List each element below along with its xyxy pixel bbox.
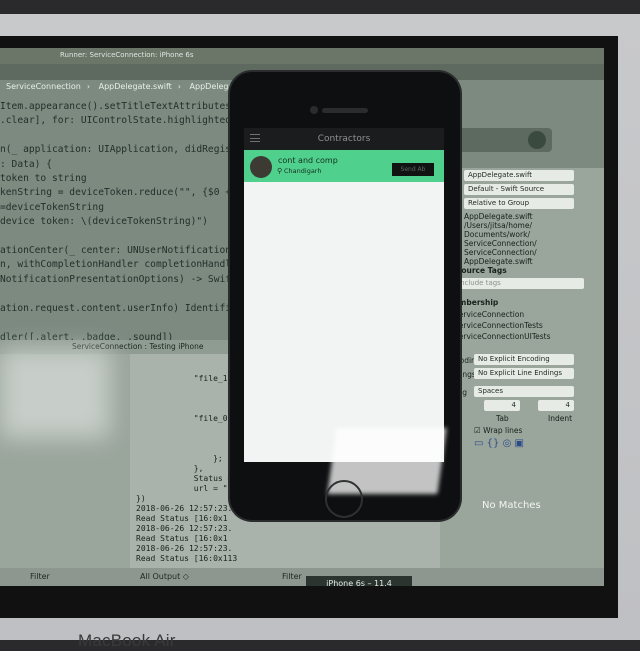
path-line: AppDelegate.swift <box>464 257 533 266</box>
breadcrumb-project[interactable]: ServiceConnection <box>0 82 87 91</box>
output-select[interactable]: All Output ◇ <box>140 572 189 581</box>
console-line: 2018-06-26 12:57:23. <box>136 524 233 533</box>
variables-filter[interactable]: Filter <box>30 572 50 581</box>
front-camera <box>310 106 318 114</box>
encoding-select[interactable]: No Explicit Encoding <box>474 354 574 365</box>
path-line: ServiceConnection/ <box>464 239 537 248</box>
target-item[interactable]: ServiceConnectionTests <box>454 321 543 330</box>
media-library-icon[interactable]: ▣ <box>514 438 523 449</box>
target-item[interactable]: ServiceConnection <box>454 310 524 319</box>
path-line: Documents/work/ <box>464 230 530 239</box>
indent-using-select[interactable]: Spaces <box>474 386 574 397</box>
iphone-device: Contractors cont and comp ⚲ Chandigarh S… <box>230 72 460 520</box>
no-matches-label: No Matches <box>482 500 541 511</box>
contractor-name: cont and comp <box>278 156 338 165</box>
contractor-location: Chandigarh <box>284 167 322 175</box>
device-selector[interactable]: iPhone 6s – 11.4 <box>306 576 412 586</box>
full-path: AppDelegate.swift /Users/jitsa/home/ Doc… <box>464 212 537 266</box>
wrap-lines-label: Wrap lines <box>483 426 523 435</box>
phone-display: Contractors cont and comp ⚲ Chandigarh S… <box>244 128 444 462</box>
indent-label: Indent <box>548 414 573 423</box>
app-navbar: Contractors <box>244 128 444 150</box>
earpiece-speaker <box>322 108 368 113</box>
object-library-icon[interactable]: ◎ <box>503 438 512 449</box>
location-select[interactable]: Relative to Group <box>464 198 574 209</box>
code-snippet-icon[interactable]: {} <box>487 438 500 449</box>
indent-width-stepper[interactable]: 4 <box>538 400 574 411</box>
window-title: Runner: ServiceConnection: iPhone 6s <box>60 51 194 59</box>
contractor-avatar <box>250 156 272 178</box>
library-icons: ▭ {} ◎ ▣ <box>474 438 524 449</box>
nav-title: Contractors <box>317 134 371 144</box>
file-template-icon[interactable]: ▭ <box>474 438 483 449</box>
line-endings-select[interactable]: No Explicit Line Endings <box>474 368 574 379</box>
console-filter[interactable]: Filter <box>282 572 302 581</box>
contractor-action-button[interactable]: Send Ab <box>392 163 434 176</box>
resource-tags-input[interactable]: Include tags <box>454 278 584 289</box>
file-name-field[interactable]: AppDelegate.swift <box>464 170 574 181</box>
tab-label: Tab <box>496 414 509 423</box>
contractor-card[interactable]: cont and comp ⚲ Chandigarh Send Ab <box>244 150 444 182</box>
console-line: Read Status [16:0x113 <box>136 554 238 563</box>
path-line: /Users/jitsa/home/ <box>464 221 532 230</box>
wrap-lines-checkbox[interactable]: ☑ Wrap lines <box>474 426 522 435</box>
console-footer: Filter All Output ◇ Filter <box>0 568 604 586</box>
breadcrumb-file[interactable]: AppDelegate.swift <box>93 82 178 91</box>
brand-label: MacBook Air <box>78 631 176 650</box>
location-pin-icon: ⚲ <box>277 167 283 175</box>
target-item[interactable]: ServiceConnectionUITests <box>454 332 551 341</box>
window-titlebar: Runner: ServiceConnection: iPhone 6s <box>0 48 604 64</box>
tab-width-stepper[interactable]: 4 <box>484 400 520 411</box>
file-type-select[interactable]: Default - Swift Source <box>464 184 574 195</box>
home-button[interactable] <box>325 480 363 518</box>
avatar <box>528 131 546 149</box>
path-line: ServiceConnection/ <box>464 248 537 257</box>
console-line: Read Status [16:0x1 <box>136 534 228 543</box>
screen-glare <box>0 348 110 438</box>
path-line: AppDelegate.swift <box>464 212 533 221</box>
console-line: 2018-06-26 12:57:23. <box>136 544 233 553</box>
breadcrumb: ServiceConnection › AppDelegate.swift › Ap… <box>0 82 247 91</box>
